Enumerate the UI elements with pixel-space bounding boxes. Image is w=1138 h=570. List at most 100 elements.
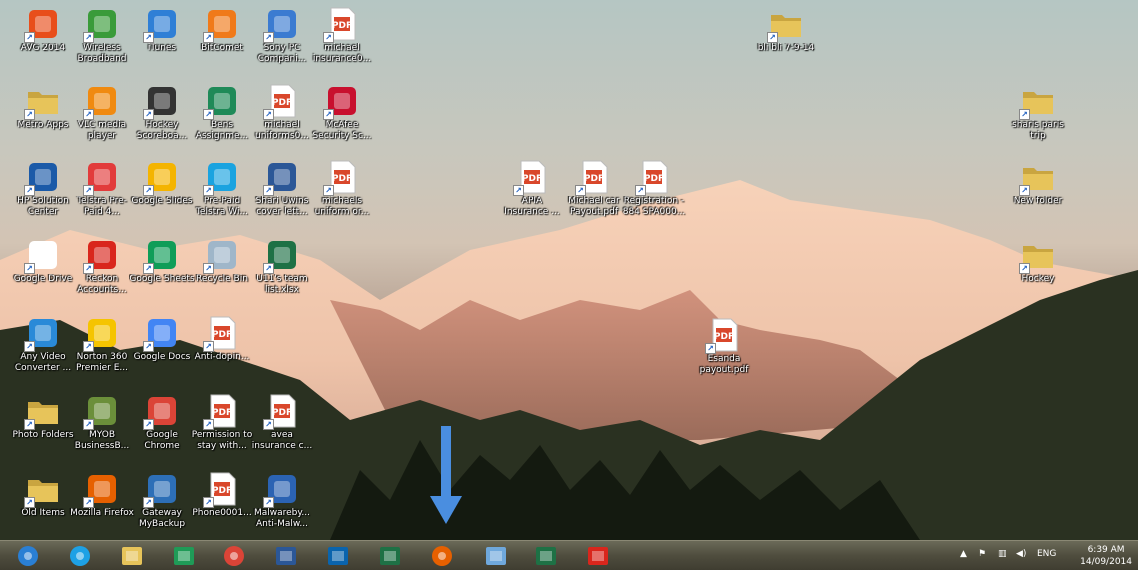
desktop-icon[interactable]: ↗ Recycle Bin: [188, 236, 256, 306]
desktop-icon[interactable]: ↗ AVG 2014: [9, 5, 77, 75]
action-center-icon[interactable]: ⚑: [978, 549, 986, 559]
desktop-icon[interactable]: ↗ Google Drive: [9, 236, 77, 306]
svg-text:PDF: PDF: [332, 21, 352, 31]
volume-icon[interactable]: ◀): [1016, 549, 1026, 559]
desktop-icon[interactable]: ↗ Norton 360 Premier E...: [68, 314, 136, 384]
shortcut-arrow-icon: ↗: [263, 419, 274, 430]
desktop-icon[interactable]: ↗ McAfee Security Sc...: [308, 82, 376, 152]
desktop-icon-label: Old Items: [21, 508, 65, 518]
desktop-icon[interactable]: ↗ Telstra Pre-Paid 4...: [68, 158, 136, 228]
shortcut-arrow-icon: ↗: [83, 109, 94, 120]
desktop-icon[interactable]: PDF ↗ Permission to stay with...: [188, 392, 256, 462]
desktop-icon-label: Hockey Scoreboa...: [136, 120, 188, 141]
shortcut-arrow-icon: ↗: [24, 263, 35, 274]
shortcut-arrow-icon: ↗: [575, 185, 586, 196]
taskbar-button-excel[interactable]: [526, 542, 566, 569]
desktop-icon-label: Google Drive: [13, 274, 73, 284]
taskbar-button-reckon[interactable]: [578, 542, 618, 569]
desktop-icon-label: Bens Assignme...: [195, 120, 249, 141]
desktop-icon-label: Any Video Converter ...: [14, 352, 72, 373]
malwarebytes-icon: ↗: [263, 472, 299, 508]
language-indicator[interactable]: ENG: [1037, 549, 1056, 559]
desktop-icon-label: Recycle Bin: [196, 274, 248, 284]
desktop-icon-label: McAfee Security Sc...: [312, 120, 372, 141]
folder-icon: ↗: [1019, 238, 1055, 274]
desktop-icon-label: Esanda payout.pdf: [699, 354, 749, 375]
desktop-icon-label: Photo Folders: [12, 430, 74, 440]
desktop-icon[interactable]: ↗ Pre-Paid Telstra Wi...: [188, 158, 256, 228]
shortcut-arrow-icon: ↗: [767, 32, 778, 43]
taskbar-button-start-orb[interactable]: [8, 542, 48, 569]
desktop-icon[interactable]: ↗ Reckon Accounts...: [68, 236, 136, 306]
desktop-icon[interactable]: ↗ Google Slides: [128, 158, 196, 228]
desktop: ↗ AVG 2014 ↗ Wireless Broadband ↗ iTunes ↗ BitC…: [0, 0, 1138, 540]
desktop-icon[interactable]: ↗ Hockey: [1004, 236, 1072, 306]
desktop-icon[interactable]: ↗ iTunes: [128, 5, 196, 75]
desktop-icon-label: bli bli 7-9-14: [757, 43, 815, 53]
taskbar-button-chrome[interactable]: [214, 542, 254, 569]
desktop-icon[interactable]: ↗ Google Sheets: [128, 236, 196, 306]
desktop-icon-label: VLC media player: [77, 120, 127, 141]
desktop-icon[interactable]: PDF ↗ Anti-dopin...: [188, 314, 256, 384]
hockey-scoreboard-icon: ↗: [143, 84, 179, 120]
desktop-icon[interactable]: ↗ Sony PC Compani...: [248, 5, 316, 75]
desktop-icon-label: Shari Uwins cover lett...: [255, 196, 309, 217]
desktop-icon[interactable]: ↗ Wireless Broadband: [68, 5, 136, 75]
desktop-icon[interactable]: ↗ Malwareby... Anti-Malw...: [248, 470, 316, 540]
shortcut-arrow-icon: ↗: [263, 109, 274, 120]
taskbar-button-outlook[interactable]: [318, 542, 358, 569]
desktop-icon-label: Anti-dopin...: [194, 352, 250, 362]
desktop-icon[interactable]: ↗ Mozilla Firefox: [68, 470, 136, 540]
desktop-icon[interactable]: ↗ bli bli 7-9-14: [752, 5, 820, 75]
show-hidden-icons-button[interactable]: ▲: [960, 549, 967, 559]
svg-text:PDF: PDF: [272, 408, 292, 418]
shortcut-arrow-icon: ↗: [1019, 185, 1030, 196]
desktop-icon[interactable]: PDF ↗ Phone0001...: [188, 470, 256, 540]
taskbar-button-store[interactable]: [164, 542, 204, 569]
desktop-icon[interactable]: ↗ Metro Apps: [9, 82, 77, 152]
desktop-icon[interactable]: PDF ↗ michaels uniform or...: [308, 158, 376, 228]
taskbar-button-excel[interactable]: [370, 542, 410, 569]
desktop-icon[interactable]: PDF ↗ michael uniforms0...: [248, 82, 316, 152]
shortcut-arrow-icon: ↗: [24, 341, 35, 352]
pdf-icon: PDF ↗: [323, 160, 359, 196]
desktop-icon[interactable]: ↗ Photo Folders: [9, 392, 77, 462]
pdf-icon: PDF ↗: [705, 318, 741, 354]
desktop-icon[interactable]: PDF ↗ Michael car Payout.pdf: [560, 158, 628, 228]
desktop-icon[interactable]: ↗ Hockey Scoreboa...: [128, 82, 196, 152]
desktop-icon[interactable]: PDF ↗ avea insurance c...: [248, 392, 316, 462]
desktop-icon[interactable]: ↗ U11's team list.xlsx: [248, 236, 316, 306]
desktop-icon[interactable]: ↗ Google Chrome: [128, 392, 196, 462]
google-sheets-icon: ↗: [143, 238, 179, 274]
desktop-icon-label: U11's team list.xlsx: [256, 274, 308, 295]
desktop-icon[interactable]: ↗ Old Items: [9, 470, 77, 540]
taskbar-button-internet-explorer[interactable]: [60, 542, 100, 569]
desktop-icon-label: Registration - 884 SPA000...: [622, 196, 686, 217]
desktop-icon[interactable]: ↗ Shari Uwins cover lett...: [248, 158, 316, 228]
network-icon[interactable]: ▥: [998, 549, 1007, 559]
desktop-icon[interactable]: PDF ↗ Esanda payout.pdf: [690, 316, 758, 386]
desktop-icon[interactable]: ↗ VLC media player: [68, 82, 136, 152]
desktop-icon[interactable]: ↗ BitComet: [188, 5, 256, 75]
desktop-icon[interactable]: ↗ HP Solution Center: [9, 158, 77, 228]
desktop-icon[interactable]: ↗ sharis paris trip: [1004, 82, 1072, 152]
desktop-icon-label: Sony PC Compani...: [257, 43, 307, 64]
clock[interactable]: 6:39 AM 14/09/2014: [1080, 544, 1132, 568]
taskbar-button-file-explorer[interactable]: [112, 542, 152, 569]
word-doc-icon: ↗: [263, 160, 299, 196]
desktop-icon-label: Michael car Payout.pdf: [568, 196, 620, 217]
desktop-icon-label: avea insurance c...: [251, 430, 313, 451]
desktop-icon[interactable]: ↗ Gateway MyBackup: [128, 470, 196, 540]
desktop-icon[interactable]: ↗ Bens Assignme...: [188, 82, 256, 152]
desktop-icon[interactable]: ↗ New folder: [1004, 158, 1072, 228]
desktop-icon[interactable]: PDF ↗ michael insurance0...: [308, 5, 376, 75]
desktop-icon[interactable]: PDF ↗ APIA Insurance ...: [498, 158, 566, 228]
desktop-icon[interactable]: ↗ Any Video Converter ...: [9, 314, 77, 384]
taskbar-button-word[interactable]: [266, 542, 306, 569]
taskbar-button-calculator[interactable]: [476, 542, 516, 569]
shortcut-arrow-icon: ↗: [143, 185, 154, 196]
desktop-icon[interactable]: PDF ↗ Registration - 884 SPA000...: [620, 158, 688, 228]
desktop-icon[interactable]: ↗ Google Docs: [128, 314, 196, 384]
desktop-icon[interactable]: ↗ MYOB BusinessB...: [68, 392, 136, 462]
taskbar-button-firefox[interactable]: [422, 542, 462, 569]
